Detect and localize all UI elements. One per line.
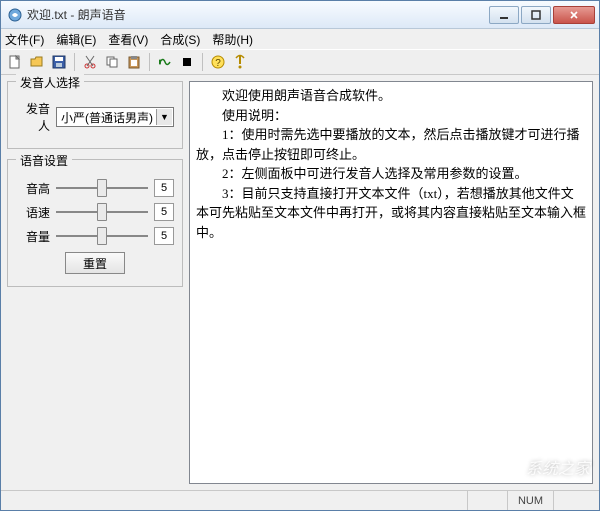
client-area: 发音人选择 发音人 小严(普通话男声) ▼ 语音设置 音高 5 语速 [1, 75, 599, 490]
editor-line: 欢迎使用朗声语音合成软件。 [196, 86, 586, 106]
speed-label: 语速 [16, 204, 50, 221]
cut-icon[interactable] [80, 52, 100, 72]
pitch-value: 5 [154, 179, 174, 197]
editor-line: 3：目前只支持直接打开文本文件（txt），若想播放其他文件文本可先粘贴至文本文件… [196, 184, 586, 243]
sidebar: 发音人选择 发音人 小严(普通话男声) ▼ 语音设置 音高 5 语速 [1, 75, 189, 490]
editor-line: 2：左侧面板中可进行发音人选择及常用参数的设置。 [196, 164, 586, 184]
tts-group: 语音设置 音高 5 语速 5 音量 5 重置 [7, 159, 183, 287]
toolbar-separator [149, 53, 150, 71]
menu-help[interactable]: 帮助(H) [212, 31, 253, 48]
menubar: 文件(F) 编辑(E) 查看(V) 合成(S) 帮助(H) [1, 29, 599, 49]
window-buttons [489, 6, 595, 24]
chevron-down-icon: ▼ [156, 109, 172, 125]
menu-file[interactable]: 文件(F) [5, 31, 44, 48]
volume-label: 音量 [16, 228, 50, 245]
voice-select-value: 小严(普通话男声) [61, 109, 153, 126]
open-file-icon[interactable] [27, 52, 47, 72]
volume-value: 5 [154, 227, 174, 245]
about-icon[interactable]: ? [208, 52, 228, 72]
statusbar: NUM [1, 490, 599, 510]
new-file-icon[interactable] [5, 52, 25, 72]
text-editor[interactable]: 欢迎使用朗声语音合成软件。 使用说明： 1：使用时需先选中要播放的文本，然后点击… [189, 81, 593, 484]
voice-group: 发音人选择 发音人 小严(普通话男声) ▼ [7, 81, 183, 149]
voice-label: 发音人 [16, 100, 50, 134]
voice-group-legend: 发音人选择 [16, 74, 84, 91]
app-icon [7, 7, 23, 23]
editor-line: 使用说明： [196, 106, 586, 126]
tts-group-legend: 语音设置 [16, 152, 72, 169]
pitch-slider[interactable] [56, 178, 148, 198]
app-window: 欢迎.txt - 朗声语音 文件(F) 编辑(E) 查看(V) 合成(S) 帮助… [0, 0, 600, 511]
titlebar[interactable]: 欢迎.txt - 朗声语音 [1, 1, 599, 29]
status-cell [467, 491, 507, 510]
voice-select[interactable]: 小严(普通话男声) ▼ [56, 107, 174, 127]
help-icon[interactable] [230, 52, 250, 72]
editor-line: 1：使用时需先选中要播放的文本，然后点击播放键才可进行播放，点击停止按钮即可终止… [196, 125, 586, 164]
copy-icon[interactable] [102, 52, 122, 72]
speed-value: 5 [154, 203, 174, 221]
window-title: 欢迎.txt - 朗声语音 [27, 6, 489, 23]
status-num: NUM [507, 491, 553, 510]
svg-text:?: ? [215, 58, 221, 69]
reset-button[interactable]: 重置 [65, 252, 125, 274]
toolbar-separator [74, 53, 75, 71]
menu-edit[interactable]: 编辑(E) [56, 31, 96, 48]
speed-slider[interactable] [56, 202, 148, 222]
toolbar-separator [202, 53, 203, 71]
close-button[interactable] [553, 6, 595, 24]
paste-icon[interactable] [124, 52, 144, 72]
minimize-button[interactable] [489, 6, 519, 24]
toolbar: ? [1, 49, 599, 75]
menu-view[interactable]: 查看(V) [108, 31, 148, 48]
save-icon[interactable] [49, 52, 69, 72]
stop-icon[interactable] [177, 52, 197, 72]
maximize-button[interactable] [521, 6, 551, 24]
status-cell [553, 491, 593, 510]
volume-slider[interactable] [56, 226, 148, 246]
menu-synth[interactable]: 合成(S) [160, 31, 200, 48]
play-icon[interactable] [155, 52, 175, 72]
pitch-label: 音高 [16, 180, 50, 197]
